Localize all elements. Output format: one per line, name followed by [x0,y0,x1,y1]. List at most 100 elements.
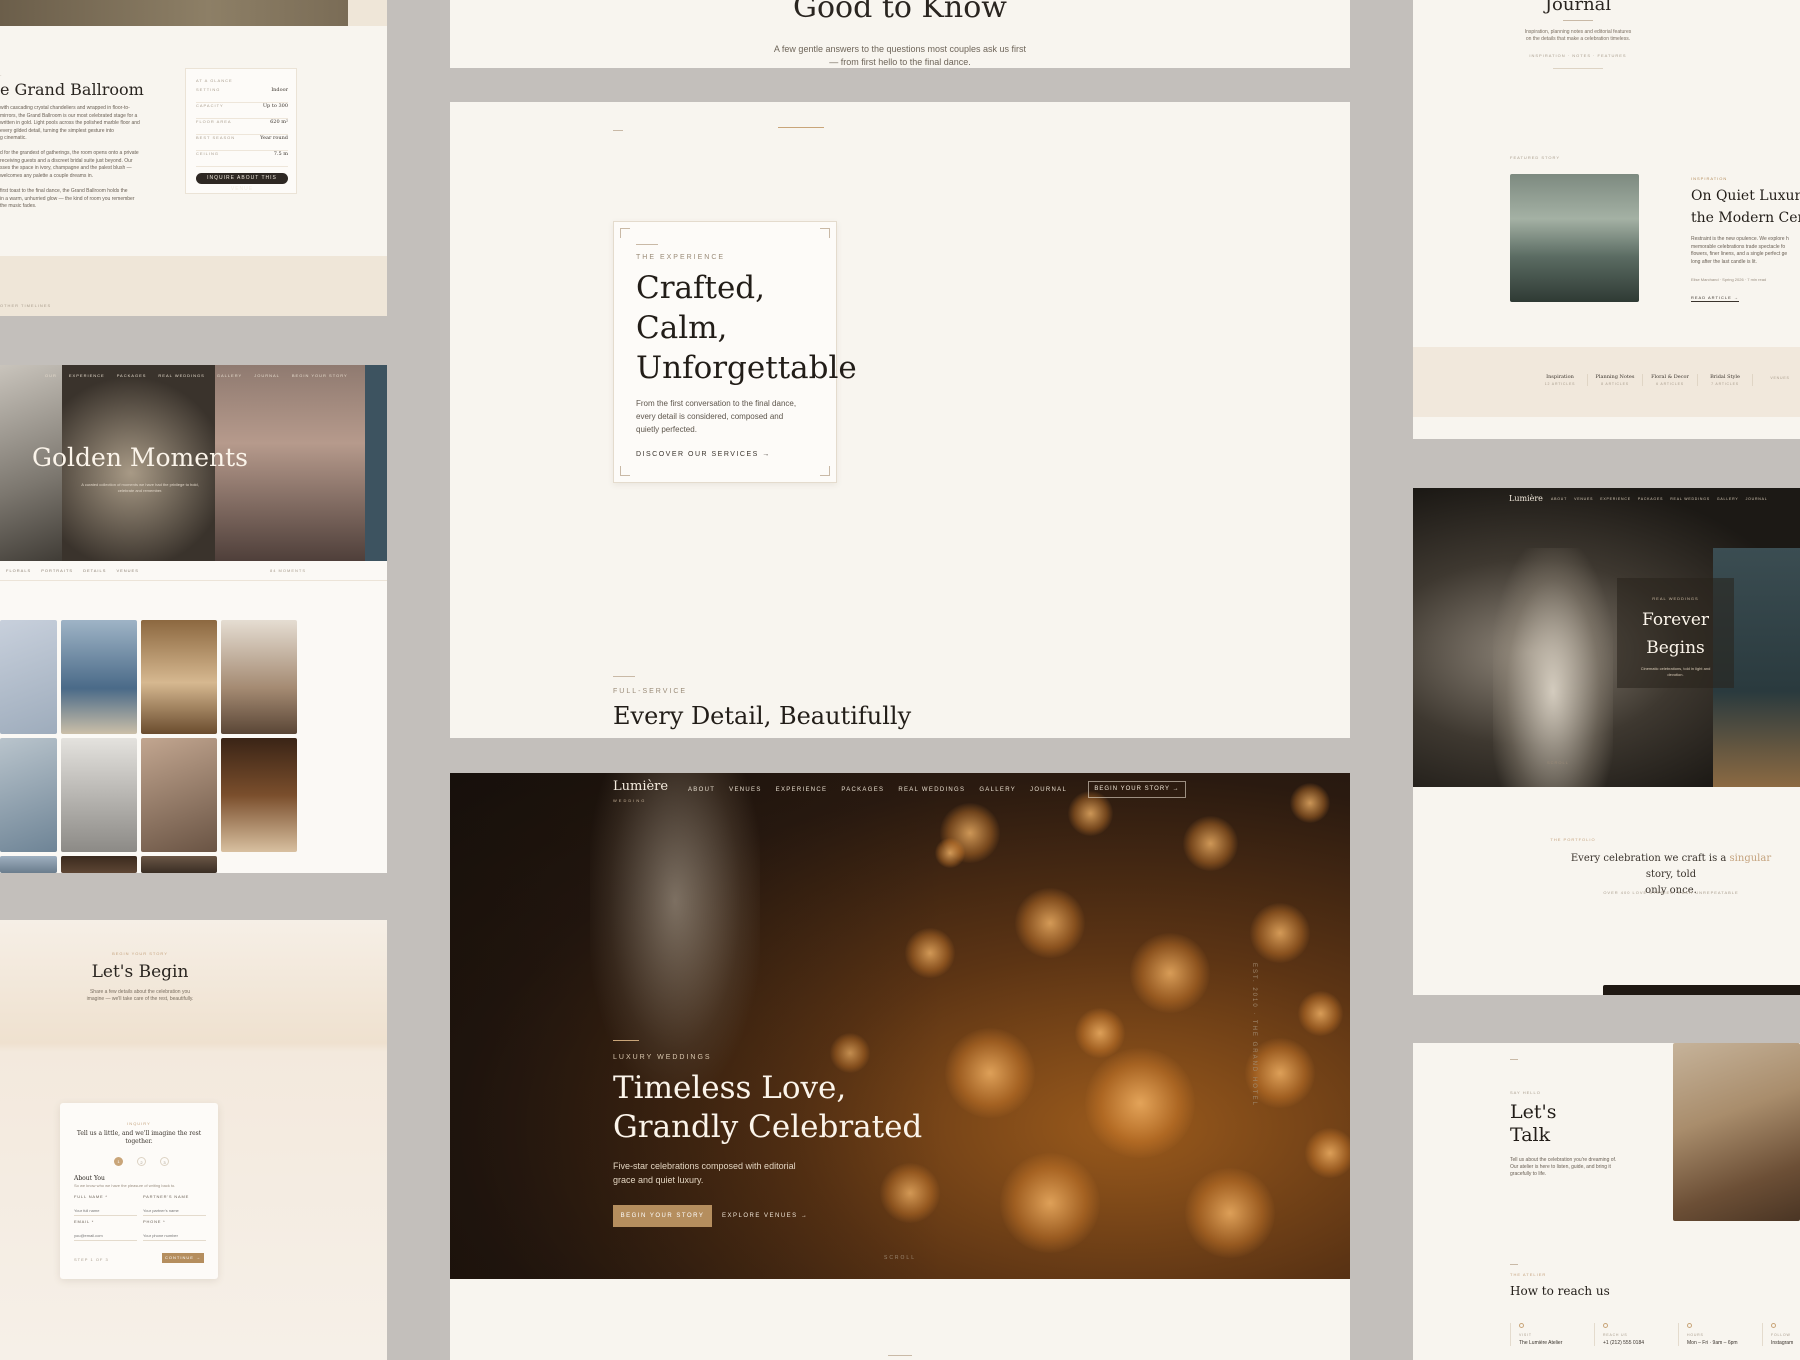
contact-value: +1 (212) 555 0184 [1603,1340,1645,1346]
gallery-nav-item[interactable]: PACKAGES [117,373,147,378]
spec-row: CEILING 7.5 m [196,151,288,167]
forever-eyebrow: REAL WEDDINGS [1652,596,1699,601]
gallery-photo[interactable] [0,856,57,873]
hero-nav-cta[interactable]: BEGIN YOUR STORY → [1088,781,1186,798]
form-field-input[interactable] [143,1231,206,1241]
gallery-nav-item[interactable]: BEGIN YOUR STORY [292,373,348,378]
gallery-nav-item[interactable]: REAL WEDDINGS [158,373,204,378]
form-field: FULL NAME * [74,1194,137,1217]
form-field-input[interactable] [74,1206,137,1216]
gallery-photo[interactable] [0,620,57,734]
journal-category[interactable]: Floral & Decor 6 ARTICLES [1643,374,1698,386]
gallery-photo[interactable] [61,620,137,734]
article-tag: INSPIRATION [1691,176,1728,181]
spec-label: SETTING [196,87,221,92]
hero-nav-item[interactable]: EXPERIENCE [776,787,828,793]
forever-nav-item[interactable]: GALLERY [1717,497,1739,501]
gallery-photo[interactable] [141,856,217,873]
begin-eyebrow: BEGIN YOUR STORY [112,951,168,956]
glance-card: AT A GLANCE SETTING Indoor CAPACITY Up to 3… [185,68,297,194]
forever-nav-item[interactable]: REAL WEDDINGS [1670,497,1710,501]
gallery-nav-item[interactable]: GALLERY [217,373,242,378]
contact-value: Mon – Fri · 9am – 6pm [1687,1340,1738,1346]
ballroom-footer: OTHER TIMELINES [0,256,387,316]
forever-nav-item[interactable]: JOURNAL [1746,497,1768,501]
spec-row: FLOOR AREA 620 m² [196,119,288,135]
spec-row: CAPACITY Up to 300 [196,103,288,119]
hero-scroll-indicator[interactable]: SCROLL [450,1255,1350,1261]
forever-nav-item[interactable]: PACKAGES [1638,497,1663,501]
ballroom-para-2: d for the grandest of gatherings, the ro… [0,150,139,179]
article-title[interactable]: On Quiet Luxury the Modern Cere [1691,185,1800,229]
hero-nav-item[interactable]: VENUES [729,787,761,793]
spec-value: Year round [260,135,288,141]
gallery-photo[interactable] [61,856,137,873]
experience-eyebrow: THE EXPERIENCE [636,254,726,261]
journal-category-name: Floral & Decor [1651,374,1689,380]
center-bottom-panel [450,1279,1350,1360]
begin-subtitle: Share a few details about the celebratio… [86,989,194,1002]
hero-subtitle: Five-star celebrations composed with edi… [613,1161,796,1185]
gallery-photo[interactable] [141,620,217,734]
continue-button[interactable]: CONTINUE → [162,1253,204,1263]
journal-category-count: VENUES [1770,376,1790,380]
hero-nav-item[interactable]: PACKAGES [841,787,884,793]
journal-category[interactable]: Planning Notes 8 ARTICLES [1588,374,1643,386]
ballroom-footer-eyebrow: OTHER TIMELINES [0,303,52,308]
contact-icon [1771,1323,1776,1328]
contact-item[interactable]: VISIT The Lumière Atelier [1510,1323,1594,1346]
journal-category-count: 12 ARTICLES [1544,382,1576,386]
gallery-photo[interactable] [61,738,137,852]
experience-card: THE EXPERIENCE Crafted, Calm, Unforgetta… [613,221,857,483]
contact-item[interactable]: REACH US +1 (212) 555 0184 [1594,1323,1678,1346]
hero-nav-item[interactable]: ABOUT [688,787,715,793]
forever-brand[interactable]: Lumière [1509,494,1543,503]
form-field-input[interactable] [74,1231,137,1241]
hero-eyebrow: LUXURY WEDDINGS [613,1054,712,1061]
hero-nav-item[interactable]: GALLERY [979,787,1016,793]
contact-item[interactable]: HOURS Mon – Fri · 9am – 6pm [1678,1323,1762,1346]
gallery-photo[interactable] [0,738,57,852]
journal-category[interactable]: VENUES [1753,374,1800,386]
hero-nav-item[interactable]: JOURNAL [1030,787,1067,793]
gallery-nav-item[interactable]: EXPERIENCE [69,373,105,378]
gallery-photo[interactable] [141,738,217,852]
forever-nav-item[interactable]: EXPERIENCE [1600,497,1631,501]
forever-scroll[interactable]: SCROLL [1413,760,1703,765]
contact-item[interactable]: FOLLOW Instagram [1762,1323,1800,1346]
gallery-filter[interactable]: VENUES [116,568,138,573]
journal-category[interactable]: Bridal Style 7 ARTICLES [1698,374,1753,386]
gallery-title: Golden Moments [32,443,248,472]
contact-value: The Lumière Atelier [1519,1340,1563,1346]
gallery-photo[interactable] [221,620,297,734]
form-step-text: STEP 1 OF 3 [74,1257,109,1262]
gallery-subtitle: A curated collection of moments we have … [81,482,199,493]
gallery-filter[interactable]: PORTRAITS [41,568,73,573]
forever-nav-item[interactable]: VENUES [1574,497,1593,501]
hero-brand[interactable]: Lumière [613,779,668,794]
explore-venues-link[interactable]: EXPLORE VENUES → [722,1213,808,1219]
gallery-filter[interactable]: FLORALS [6,568,31,573]
read-article-link[interactable]: READ ARTICLE → [1691,295,1739,302]
discover-services-link[interactable]: DISCOVER OUR SERVICES → [636,451,771,458]
inquire-venue-button[interactable]: INQUIRE ABOUT THIS VENUE [196,173,288,192]
inquiry-form-card: INQUIRY Tell us a little, and we'll imag… [60,1103,218,1279]
journal-panel: Journal Inspiration, planning notes and … [1413,0,1800,439]
form-field: PHONE * [143,1219,206,1242]
gallery-nav-item[interactable]: OUR [45,373,57,378]
form-title: Tell us a little, and we'll imagine the … [76,1130,202,1145]
gallery-photo[interactable] [221,738,297,852]
article-meta: Elise Marchand · Spring 2026 · 7 min rea… [1691,277,1767,282]
begin-panel: BEGIN YOUR STORY Let's Begin Share a few… [0,920,387,1360]
journal-category[interactable]: Inspiration 12 ARTICLES [1533,374,1588,386]
gallery-filter[interactable]: DETAILS [83,568,106,573]
forever-nav-item[interactable]: ABOUT [1551,497,1567,501]
gallery-nav-item[interactable]: JOURNAL [254,373,280,378]
featured-article-photo[interactable] [1510,174,1639,302]
talk-eyebrow: SAY HELLO [1510,1090,1541,1095]
faq-panel: Good to Know A few gentle answers to the… [450,0,1350,68]
hero-nav-item[interactable]: REAL WEDDINGS [898,787,965,793]
form-field-input[interactable] [143,1206,206,1216]
begin-story-button[interactable]: BEGIN YOUR STORY [613,1205,712,1227]
portfolio-photo-peek [1603,985,1800,995]
